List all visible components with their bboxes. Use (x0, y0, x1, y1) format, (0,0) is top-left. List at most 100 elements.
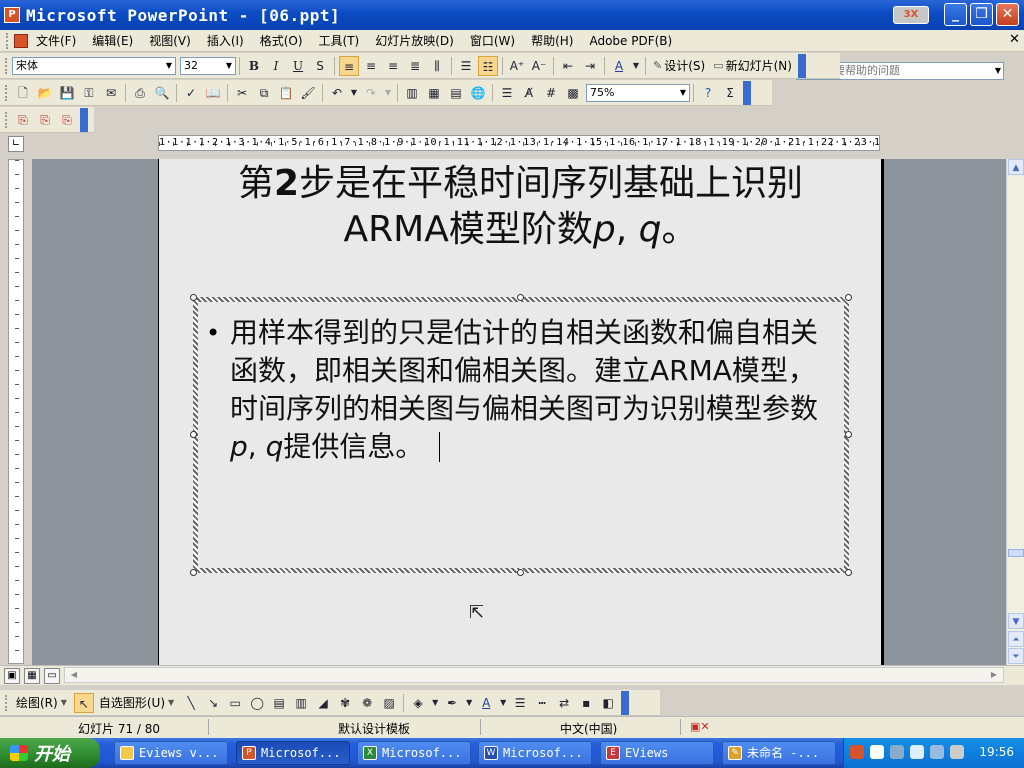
justify-icon[interactable]: ≣ (405, 56, 425, 76)
resize-handle[interactable] (190, 569, 197, 576)
convert-and-review-icon[interactable]: ⎘ (57, 110, 77, 130)
powerpoint-app-icon[interactable]: P (4, 7, 20, 23)
open-folder-icon[interactable]: 📂 (35, 83, 55, 103)
cut-icon[interactable]: ✂ (232, 83, 252, 103)
network-icon[interactable] (890, 745, 904, 759)
minimize-button[interactable]: _ (944, 3, 967, 26)
taskbar-item-eviews-folder[interactable]: Eviews v... (114, 741, 228, 765)
increase-font-icon[interactable]: A⁺ (507, 56, 527, 76)
chevron-down-icon[interactable]: ▼ (349, 83, 359, 103)
menu-format[interactable]: 格式(O) (252, 30, 311, 52)
new-slide-button[interactable]: ▭ 新幻灯片(N) (709, 57, 796, 74)
convert-and-email-icon[interactable]: ⎘ (35, 110, 55, 130)
fill-color-icon[interactable]: ◈ (408, 693, 428, 713)
resize-handle[interactable] (845, 431, 852, 438)
chevron-down-icon[interactable]: ▼ (430, 693, 440, 713)
arrow-style-icon[interactable]: ⇄ (554, 693, 574, 713)
menu-slideshow[interactable]: 幻灯片放映(D) (367, 30, 462, 52)
menu-grip[interactable] (6, 32, 10, 49)
resize-handle[interactable] (845, 569, 852, 576)
align-right-icon[interactable]: ≡ (383, 56, 403, 76)
menu-file[interactable]: 文件(F) (28, 30, 84, 52)
toolbar-options-button[interactable] (80, 107, 88, 132)
spelling-icon[interactable]: ✓ (181, 83, 201, 103)
decrease-indent-icon[interactable]: ⇤ (558, 56, 578, 76)
document-close-icon[interactable]: ✕ (1009, 32, 1020, 47)
email-icon[interactable]: ✉ (101, 83, 121, 103)
taskbar-item-paint[interactable]: ✎ 未命名 -... (722, 741, 836, 765)
menu-view[interactable]: 视图(V) (141, 30, 199, 52)
scroll-thumb[interactable] (1008, 549, 1024, 557)
shadow-style-icon[interactable]: ▪ (576, 693, 596, 713)
horizontal-scrollbar[interactable]: ◀ ▶ (64, 667, 1004, 683)
toolbar-options-button[interactable] (743, 80, 751, 105)
chevron-down-icon[interactable]: ▼ (498, 693, 508, 713)
vertical-textbox-icon[interactable]: ▥ (291, 693, 311, 713)
clipart-icon[interactable]: ❁ (357, 693, 377, 713)
align-left-icon[interactable]: ≡ (339, 55, 359, 76)
copy-icon[interactable]: ⧉ (254, 83, 274, 103)
align-center-icon[interactable]: ≡ (361, 56, 381, 76)
sum-icon[interactable]: Σ (720, 83, 740, 103)
design-button[interactable]: ✎ 设计(S) (649, 57, 709, 74)
oval-icon[interactable]: ◯ (247, 693, 267, 713)
zoom-select[interactable]: 75% ▼ (586, 83, 690, 102)
taskbar-item-excel[interactable]: X Microsof... (357, 741, 471, 765)
line-style-icon[interactable]: ☰ (510, 693, 530, 713)
normal-view-icon[interactable]: ▣ (4, 667, 20, 684)
textbox-icon[interactable]: ▤ (269, 693, 289, 713)
dash-style-icon[interactable]: ┅ (532, 693, 552, 713)
spelling-status-icon[interactable]: ▣✕ (690, 720, 710, 733)
taskbar-item-word[interactable]: W Microsof... (478, 741, 592, 765)
print-icon[interactable]: ⎙ (130, 83, 150, 103)
scroll-up-icon[interactable]: ▲ (1008, 159, 1024, 175)
distribute-icon[interactable]: ⫼ (427, 56, 447, 76)
menu-help[interactable]: 帮助(H) (523, 30, 581, 52)
underline-button[interactable]: U (288, 56, 308, 76)
menu-tools[interactable]: 工具(T) (311, 30, 368, 52)
title-bar[interactable]: P Microsoft PowerPoint - [06.ppt] 3X _ ❐… (0, 0, 1024, 30)
document-icon[interactable] (14, 33, 28, 48)
tab-selector[interactable]: ∟ (8, 136, 24, 152)
help-icon[interactable]: ? (698, 83, 718, 103)
previous-slide-icon[interactable]: ⏶ (1008, 631, 1024, 647)
chevron-down-icon[interactable]: ▼ (677, 85, 689, 101)
color-grayscale-icon[interactable]: ▩ (563, 83, 583, 103)
vertical-scrollbar[interactable]: ▲ ▼ ⏶ ⏷ (1006, 159, 1024, 665)
help-dropdown-icon[interactable]: ▼ (995, 63, 1001, 79)
horizontal-ruler[interactable]: 1·1·1·1·2·1·3·1·4·1·5·1·6·1·7·1·8·1·9·1·… (158, 135, 880, 151)
office-tray-icon[interactable] (850, 745, 864, 759)
bullets-icon[interactable]: ☷ (478, 55, 498, 76)
select-objects-icon[interactable]: ↖ (73, 692, 94, 713)
toolbar-grip[interactable] (5, 84, 9, 101)
resize-handle[interactable] (517, 294, 524, 301)
rectangle-icon[interactable]: ▭ (225, 693, 245, 713)
chevron-down-icon[interactable]: ▼ (223, 58, 235, 74)
menu-adobe-pdf[interactable]: Adobe PDF(B) (581, 30, 680, 52)
draw-font-color-icon[interactable]: A (476, 693, 496, 713)
slide-title[interactable]: 第2步是在平稳时间序列基础上识别 ARMA模型阶数p, q。 (159, 161, 881, 253)
bold-button[interactable]: B (244, 56, 264, 76)
numbering-icon[interactable]: ☰ (456, 56, 476, 76)
menu-insert[interactable]: 插入(I) (199, 30, 252, 52)
paste-icon[interactable]: 📋 (276, 83, 296, 103)
toolbar-grip[interactable] (5, 694, 9, 711)
resize-handle[interactable] (517, 569, 524, 576)
next-slide-icon[interactable]: ⏷ (1008, 648, 1024, 664)
toolbar-options-button[interactable] (621, 690, 630, 715)
vertical-ruler[interactable] (8, 159, 24, 664)
toolbar-options-button[interactable] (797, 53, 806, 78)
slideshow-icon[interactable]: ▭ (44, 667, 60, 684)
close-button[interactable]: ✕ (996, 3, 1019, 26)
draw-menu-button[interactable]: 绘图(R) ▼ (12, 694, 73, 711)
toolbar-grip[interactable] (5, 57, 9, 74)
research-icon[interactable]: 📖 (203, 83, 223, 103)
menu-window[interactable]: 窗口(W) (462, 30, 523, 52)
hyperlink-icon[interactable]: 🌐 (468, 83, 488, 103)
resize-handle[interactable] (190, 294, 197, 301)
line-color-icon[interactable]: ✒ (442, 693, 462, 713)
chevron-down-icon[interactable]: ▼ (631, 56, 641, 76)
convert-to-pdf-icon[interactable]: ⎘ (13, 110, 33, 130)
permission-icon[interactable]: ⚿ (79, 83, 99, 103)
ime-icon[interactable] (930, 745, 944, 759)
